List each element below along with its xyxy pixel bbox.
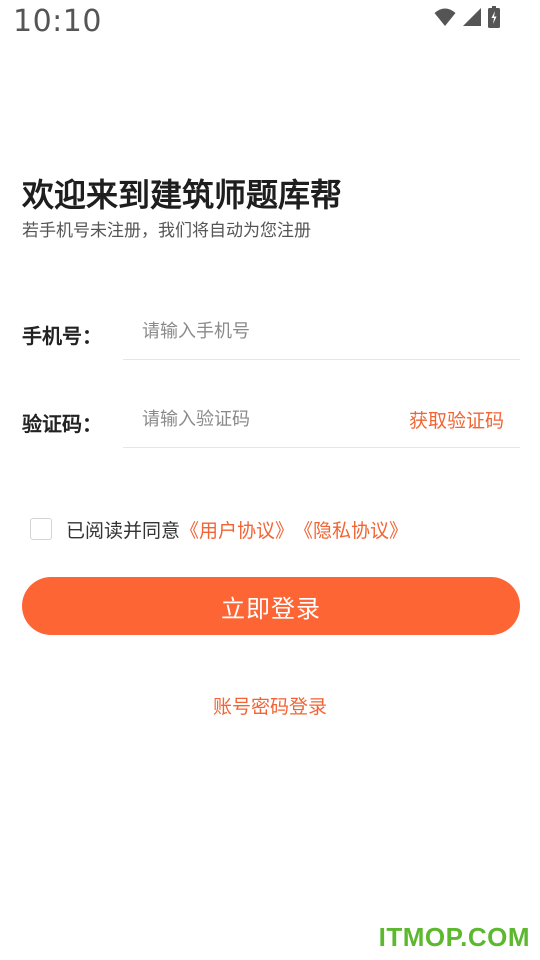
login-button[interactable]: 立即登录 [22, 577, 520, 635]
phone-row: 手机号： [22, 300, 520, 360]
page-title: 欢迎来到建筑师题库帮 [22, 176, 343, 214]
status-time: 10:10 [13, 4, 102, 39]
agreement-prefix: 已阅读并同意 [66, 519, 181, 542]
signal-icon [463, 8, 481, 26]
page-subtitle: 若手机号未注册，我们将自动为您注册 [22, 221, 311, 241]
get-code-button[interactable]: 获取验证码 [409, 406, 504, 433]
phone-input[interactable] [123, 304, 520, 360]
agreement-checkbox[interactable] [30, 518, 52, 540]
phone-label: 手机号： [22, 324, 102, 348]
code-label: 验证码： [22, 412, 102, 436]
privacy-policy-link[interactable]: 《隐私协议》 [294, 516, 408, 543]
status-icons [434, 6, 500, 28]
battery-icon [488, 6, 500, 28]
wifi-icon [434, 8, 456, 26]
user-agreement-link[interactable]: 《用户协议》 [180, 516, 294, 543]
watermark: ITMOP.COM [378, 922, 530, 952]
status-bar: 10:10 [0, 0, 540, 44]
account-password-login-link[interactable]: 账号密码登录 [213, 696, 327, 718]
code-row: 验证码： 获取验证码 [22, 388, 520, 448]
account-login-row: 账号密码登录 [0, 692, 540, 719]
agreement-row: 已阅读并同意 《用户协议》 《隐私协议》 [30, 516, 408, 542]
